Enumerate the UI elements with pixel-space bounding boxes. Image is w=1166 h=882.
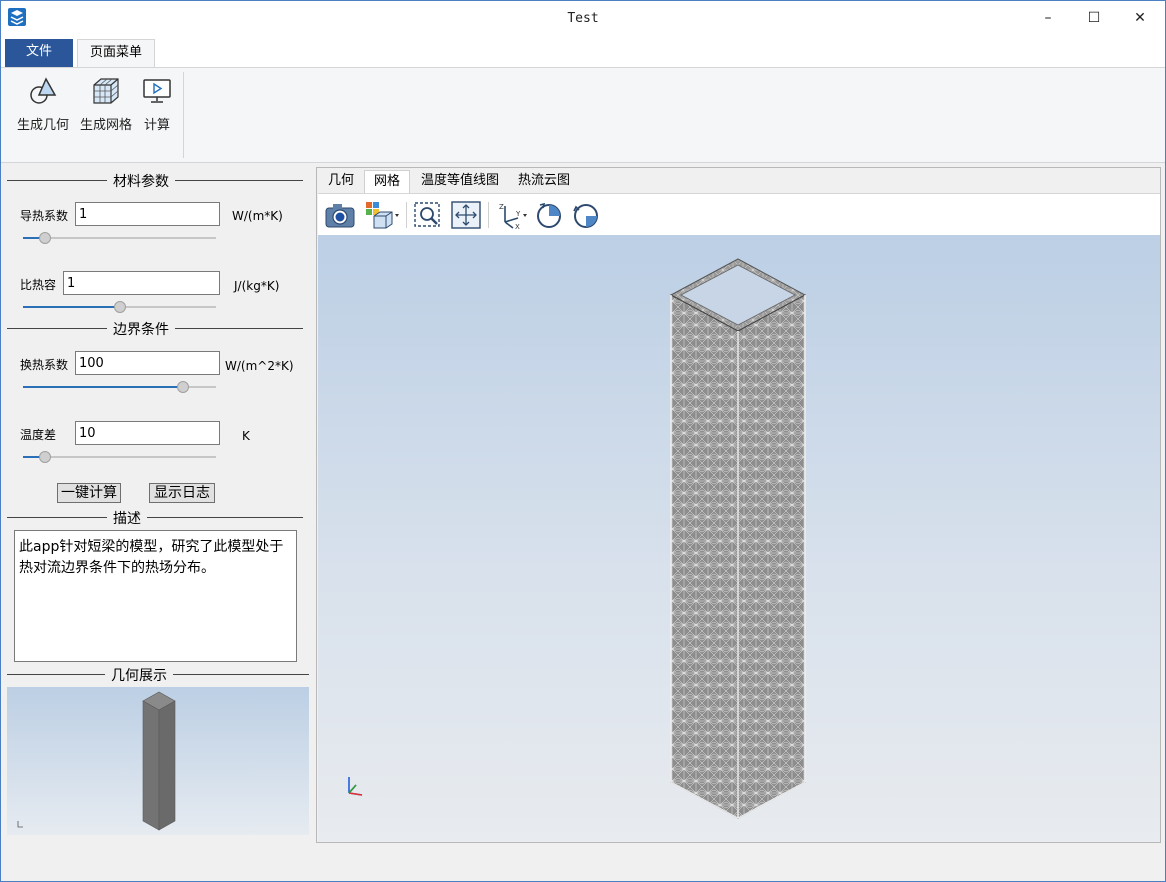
geometry-icon [30, 77, 57, 104]
tab-file[interactable]: 文件 [5, 39, 73, 67]
geometry-preview [7, 687, 309, 835]
monitor-play-icon [143, 79, 171, 103]
description-title-text: 描述 [107, 508, 147, 528]
status-bar [1, 845, 1165, 881]
viewer-panel: 几何 网格 温度等值线图 热流云图 Z Y X [316, 167, 1161, 843]
htc-unit: W/(m^2*K) [225, 359, 294, 373]
generate-geometry-button[interactable]: 生成几何 [13, 76, 73, 133]
view-cube-icon[interactable] [364, 200, 399, 230]
generate-geometry-label: 生成几何 [16, 118, 69, 133]
boundary-title-text: 边界条件 [107, 319, 175, 339]
slider-thumb[interactable] [114, 301, 126, 313]
compute-button[interactable]: 计算 [139, 76, 175, 133]
svg-text:X: X [515, 223, 520, 230]
generate-mesh-button[interactable]: 生成网格 [77, 76, 135, 133]
axes-icon[interactable]: Z Y X [496, 200, 530, 231]
htc-input[interactable] [75, 351, 220, 375]
temp-diff-unit: K [242, 429, 250, 443]
window-title: Test [567, 11, 599, 26]
mesh-cube-icon [93, 78, 119, 104]
svg-text:Z: Z [499, 203, 504, 211]
geometry-display-title: 几何展示 [3, 665, 313, 685]
description-textbox[interactable]: 此app针对短梁的模型，研究了此模型处于热对流边界条件下的热场分布。 [14, 530, 297, 662]
toolbar-separator [406, 202, 407, 228]
mesh-beam-render [348, 258, 807, 819]
conductivity-input[interactable] [75, 202, 220, 226]
temp-diff-input[interactable] [75, 421, 220, 445]
tab-mesh[interactable]: 网格 [364, 170, 410, 194]
geometry-display-title-text: 几何展示 [105, 665, 173, 685]
beam-preview-graphic [17, 691, 176, 831]
maximize-button[interactable]: ☐ [1071, 1, 1117, 35]
htc-slider[interactable] [23, 381, 216, 393]
boundary-group-title: 边界条件 [3, 319, 307, 339]
main-window: Test – ☐ ✕ 文件 页面菜单 生成几何 生成网格 计算 材料参数 导热系… [0, 0, 1166, 882]
rotate-ccw-icon[interactable] [570, 200, 602, 230]
material-group-title: 材料参数 [3, 171, 307, 191]
tab-page-menu[interactable]: 页面菜单 [77, 39, 155, 67]
minimize-button[interactable]: – [1025, 1, 1071, 35]
specific-heat-slider[interactable] [23, 301, 216, 313]
camera-icon[interactable] [324, 200, 356, 230]
tab-temperature-contour[interactable]: 温度等值线图 [417, 170, 503, 194]
show-log-button[interactable]: 显示日志 [149, 483, 215, 503]
specific-heat-unit: J/(kg*K) [234, 279, 280, 293]
conductivity-unit: W/(m*K) [232, 209, 283, 223]
slider-thumb[interactable] [39, 451, 51, 463]
toolbar-separator [488, 202, 489, 228]
one-click-compute-button[interactable]: 一键计算 [57, 483, 121, 503]
left-panel: 材料参数 导热系数 W/(m*K) 比热容 J/(kg*K) 边界条件 换热系数… [3, 165, 313, 841]
specific-heat-label: 比热容 [20, 278, 57, 292]
3d-viewport[interactable] [318, 235, 1160, 842]
htc-label: 换热系数 [20, 358, 69, 372]
pan-icon[interactable] [450, 200, 482, 230]
specific-heat-input[interactable] [63, 271, 220, 295]
conductivity-label: 导热系数 [20, 209, 69, 223]
generate-mesh-label: 生成网格 [79, 118, 132, 133]
conductivity-slider[interactable] [23, 232, 216, 244]
ribbon-body: 生成几何 生成网格 计算 [1, 67, 1165, 163]
zoom-box-icon[interactable] [412, 200, 444, 230]
tab-geometry[interactable]: 几何 [321, 170, 361, 194]
viewer-toolbar: Z Y X [318, 193, 1160, 235]
material-title-text: 材料参数 [107, 171, 175, 191]
rotate-cw-icon[interactable] [534, 200, 566, 230]
close-button[interactable]: ✕ [1117, 1, 1163, 35]
ribbon-separator [183, 72, 184, 158]
ribbon-tabs: 文件 页面菜单 [1, 37, 1165, 67]
temp-diff-slider[interactable] [23, 451, 216, 463]
compute-label: 计算 [143, 118, 170, 133]
svg-text:Y: Y [515, 210, 521, 218]
slider-thumb[interactable] [177, 381, 189, 393]
description-group-title: 描述 [3, 508, 307, 528]
temp-diff-label: 温度差 [20, 428, 57, 442]
tab-heat-flux[interactable]: 热流云图 [511, 170, 577, 194]
slider-thumb[interactable] [39, 232, 51, 244]
title-bar: Test – ☐ ✕ [1, 1, 1165, 37]
